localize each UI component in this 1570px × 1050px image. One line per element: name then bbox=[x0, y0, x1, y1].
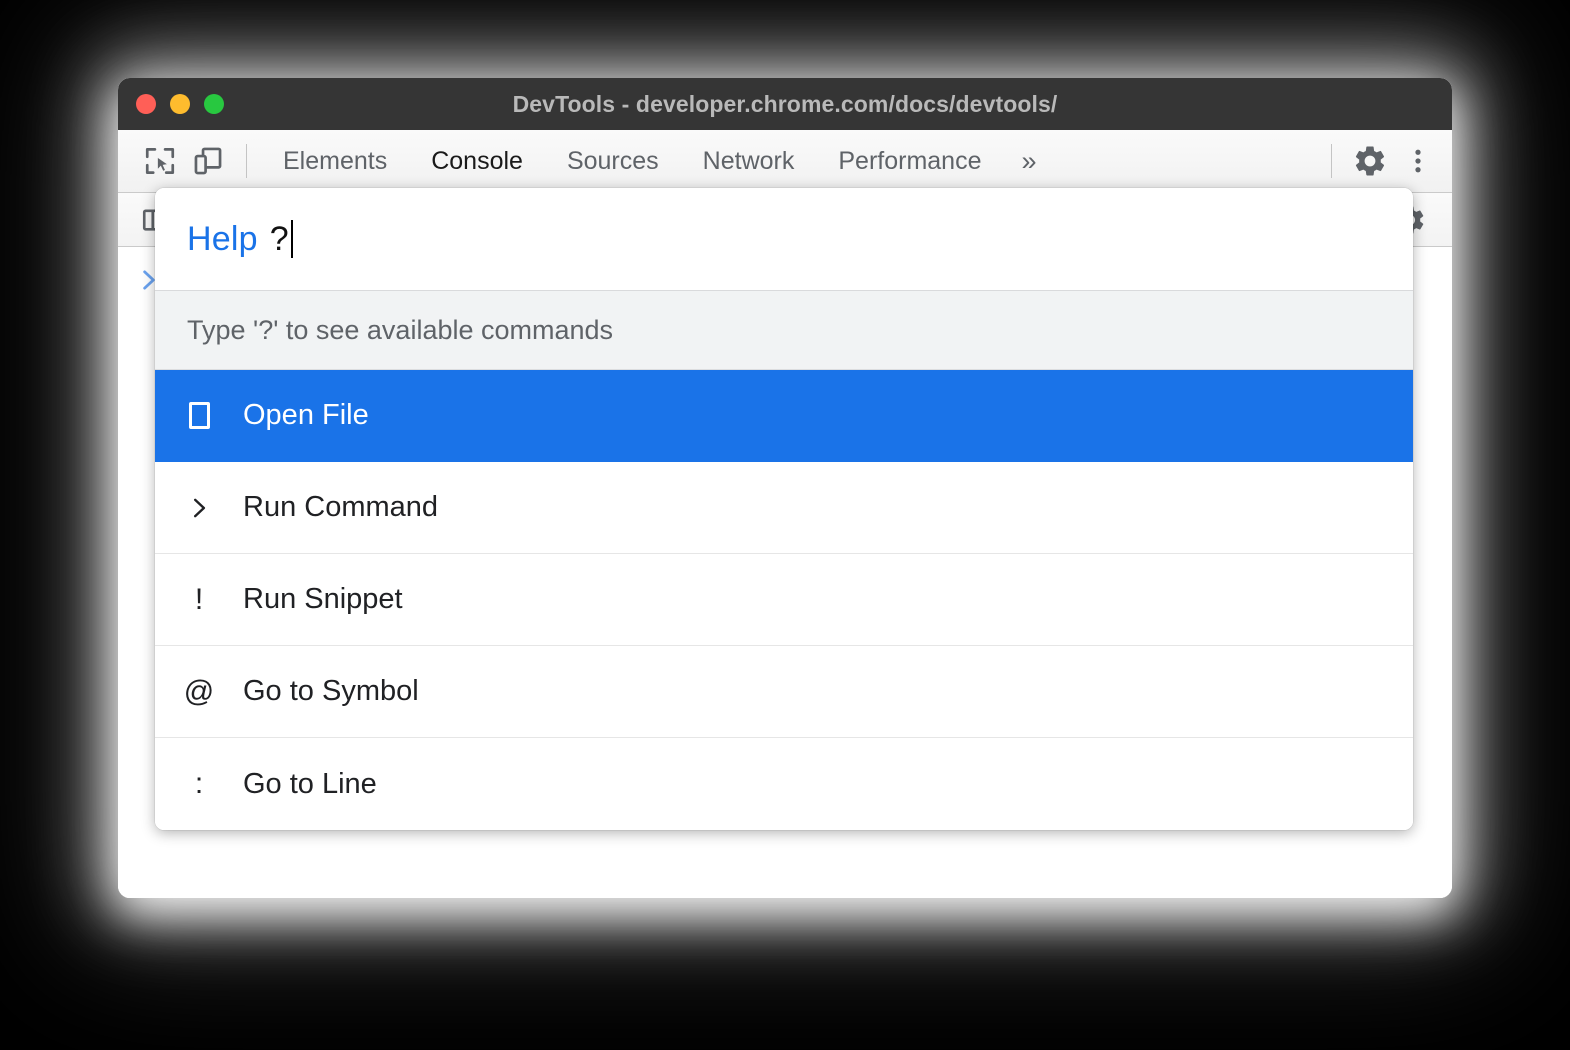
window-titlebar: DevTools - developer.chrome.com/docs/dev… bbox=[118, 78, 1452, 130]
text-caret bbox=[291, 220, 293, 258]
tab-sources[interactable]: Sources bbox=[545, 130, 681, 192]
toolbar-right-group bbox=[1317, 130, 1452, 192]
more-tabs-button[interactable]: » bbox=[1003, 130, 1054, 192]
chevron-double-right-icon: » bbox=[1021, 146, 1036, 177]
more-options-button[interactable] bbox=[1394, 138, 1442, 184]
toolbar-divider bbox=[246, 144, 247, 178]
colon-icon: : bbox=[155, 767, 243, 801]
file-outline-icon bbox=[155, 402, 243, 429]
command-menu-item-go-to-line[interactable]: : Go to Line bbox=[155, 738, 1413, 830]
window-title: DevTools - developer.chrome.com/docs/dev… bbox=[118, 91, 1452, 118]
command-menu-dialog[interactable]: Help ? Type '?' to see available command… bbox=[155, 188, 1413, 830]
command-menu-hint-label: Type '?' to see available commands bbox=[187, 315, 613, 346]
traffic-lights bbox=[136, 78, 224, 130]
chevron-right-icon bbox=[155, 492, 243, 524]
command-menu-item-label: Run Snippet bbox=[243, 583, 403, 616]
command-menu-input[interactable]: ? bbox=[270, 220, 289, 259]
tab-elements[interactable]: Elements bbox=[261, 130, 409, 192]
command-menu-item-label: Open File bbox=[243, 399, 369, 432]
devtools-window: DevTools - developer.chrome.com/docs/dev… bbox=[118, 78, 1452, 898]
command-menu-prefix-chip: Help bbox=[187, 220, 258, 259]
devtools-main-toolbar: Elements Console Sources Network Perform… bbox=[118, 130, 1452, 193]
screenshot-stage: DevTools - developer.chrome.com/docs/dev… bbox=[0, 0, 1570, 1050]
command-menu-hint: Type '?' to see available commands bbox=[155, 290, 1413, 370]
devtools-tab-strip: Elements Console Sources Network Perform… bbox=[261, 130, 1055, 192]
at-sign-icon: @ bbox=[155, 675, 243, 709]
command-menu-item-label: Go to Line bbox=[243, 768, 377, 801]
minimize-button[interactable] bbox=[170, 94, 190, 114]
close-button[interactable] bbox=[136, 94, 156, 114]
device-toolbar-icon bbox=[191, 144, 225, 178]
tab-console[interactable]: Console bbox=[409, 130, 545, 192]
device-toolbar-button[interactable] bbox=[184, 138, 232, 184]
tab-elements-label: Elements bbox=[283, 147, 387, 176]
inspect-element-button[interactable] bbox=[136, 138, 184, 184]
command-menu-item-label: Go to Symbol bbox=[243, 675, 419, 708]
tab-performance-label: Performance bbox=[838, 147, 981, 176]
command-menu-item-run-snippet[interactable]: ! Run Snippet bbox=[155, 554, 1413, 646]
maximize-button[interactable] bbox=[204, 94, 224, 114]
tab-sources-label: Sources bbox=[567, 147, 659, 176]
command-menu-item-go-to-symbol[interactable]: @ Go to Symbol bbox=[155, 646, 1413, 738]
inspect-element-icon bbox=[143, 144, 177, 178]
settings-button[interactable] bbox=[1346, 138, 1394, 184]
tab-console-label: Console bbox=[431, 147, 523, 176]
command-menu-item-open-file[interactable]: Open File bbox=[155, 370, 1413, 462]
kebab-menu-icon bbox=[1403, 144, 1433, 178]
tab-network-label: Network bbox=[703, 147, 795, 176]
command-menu-item-run-command[interactable]: Run Command bbox=[155, 462, 1413, 554]
exclamation-icon: ! bbox=[155, 583, 243, 617]
tab-performance[interactable]: Performance bbox=[816, 130, 1003, 192]
toolbar-divider-right bbox=[1331, 144, 1332, 178]
command-menu-item-label: Run Command bbox=[243, 491, 438, 524]
command-menu-input-row[interactable]: Help ? bbox=[155, 188, 1413, 290]
tab-network[interactable]: Network bbox=[681, 130, 817, 192]
command-menu-list: Open File Run Command ! Run Snippet bbox=[155, 370, 1413, 830]
gear-icon bbox=[1352, 143, 1388, 179]
